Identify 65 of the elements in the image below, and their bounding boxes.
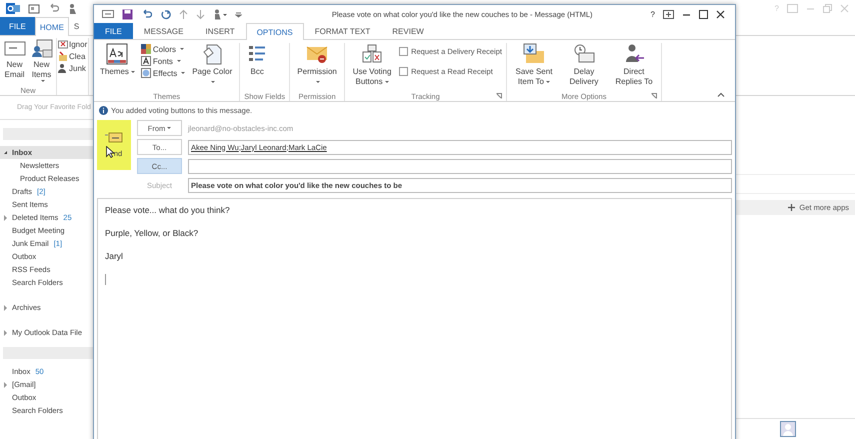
ribbon-button[interactable]: New Email [1,38,28,86]
mouse-pointer-icon [106,146,115,158]
ribbon-button[interactable]: Themes [98,43,137,77]
touch-icon[interactable] [213,8,227,20]
person-icon [58,63,68,73]
letter-a-icon [140,56,151,66]
envelope-x-icon [58,39,68,49]
ribbon-tab[interactable]: REVIEW [381,23,435,39]
ribbon-button[interactable]: Page Color [189,43,236,87]
ribbon-button[interactable]: Effects [140,68,186,78]
ribbon-button[interactable]: Colors [140,44,186,54]
page-icon [201,43,224,65]
undo-icon[interactable] [48,3,59,14]
envelope-icon [105,132,123,143]
help-button[interactable]: ? [650,10,655,18]
plus-icon [788,204,796,211]
maximize-icon[interactable] [699,10,708,18]
circle-icon [140,68,151,78]
ribbon-tab[interactable]: FILE [0,17,35,35]
redo-icon[interactable] [160,8,171,20]
ribbon-tab[interactable]: OPTIONS [246,23,304,40]
ballot-icon [361,43,384,65]
ribbon-tab[interactable]: MESSAGE [132,23,194,39]
folder-icon [522,43,545,65]
ribbon-button[interactable]: New Items [28,38,55,86]
clock-envelope-icon [572,43,595,65]
ribbon-display-icon[interactable] [663,10,674,18]
ribbon-tab[interactable]: FILE [94,23,133,39]
window-icon[interactable] [102,9,114,19]
up-arrow-icon[interactable] [179,8,188,20]
ribbon-tab[interactable]: INSERT [194,23,246,39]
color-squares-icon [140,44,151,54]
ribbon-tab[interactable]: HOME [34,17,69,36]
cc-field[interactable] [188,158,732,174]
window-icon[interactable] [28,2,40,14]
ribbon-button[interactable]: Direct Replies To [610,43,657,87]
ribbon-tab[interactable]: S [68,17,84,35]
body-text: Please vote... what do you think? [105,205,231,215]
ribbon-tab[interactable]: FORMAT TEXT [304,23,382,39]
body-text: Jaryl [105,251,124,261]
ribbon-button[interactable]: Bcc [244,43,270,77]
ribbon-button[interactable]: Delay Delivery [560,43,607,87]
person-icon[interactable] [780,421,796,437]
text-swatch-icon [106,43,128,65]
customize-icon[interactable] [235,10,242,18]
ribbon-button[interactable]: Fonts [140,56,186,66]
envelope-person-icon [30,38,52,58]
down-arrow-icon[interactable] [196,8,205,20]
dialog-launcher-icon[interactable] [496,93,502,99]
ribbon-button[interactable]: Use Voting Buttons [349,43,396,87]
touch-icon[interactable] [67,2,79,14]
undo-icon[interactable] [141,8,152,20]
ribbon-button[interactable]: Clea [58,51,86,61]
dialog-launcher-icon[interactable] [650,93,657,99]
collapse-ribbon-icon[interactable] [717,92,725,97]
ribbon-button[interactable]: Permission [294,43,340,87]
body-text: Purple, Yellow, or Black? [105,228,200,238]
ribbon-button[interactable]: Ignor [58,39,88,49]
broom-icon [58,51,68,61]
message-body[interactable]: Please vote... what do you think? Purple, Yellow, or Black? Jaryl [97,198,732,439]
info-icon [99,106,108,114]
save-icon[interactable] [122,8,133,20]
close-icon[interactable] [716,10,725,18]
ribbon-button[interactable]: Save Sent Item To [510,43,557,87]
ribbon-button[interactable]: Junk [58,63,86,73]
